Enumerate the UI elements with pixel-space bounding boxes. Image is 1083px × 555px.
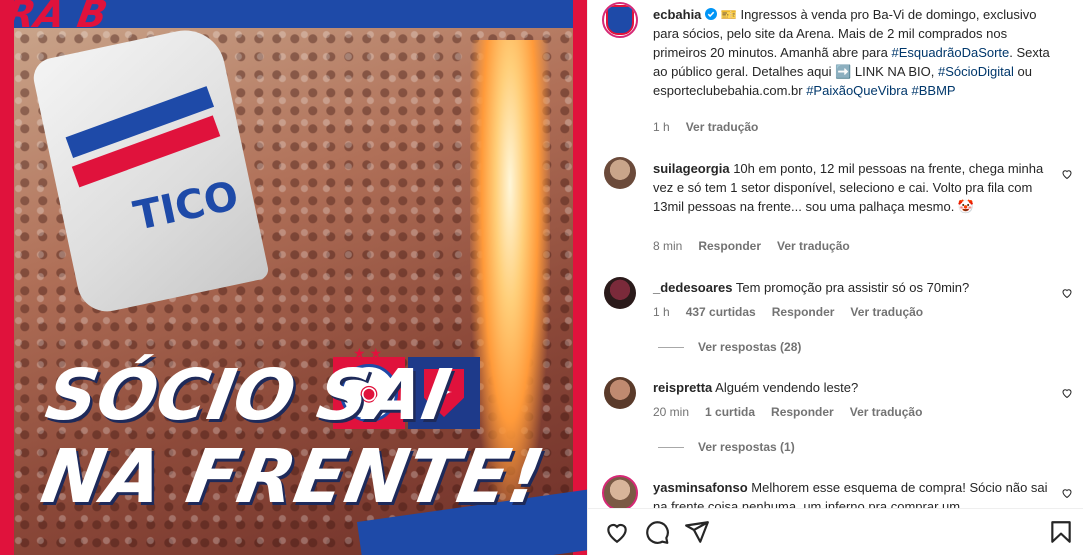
action-bar: [588, 508, 1083, 555]
share-icon[interactable]: [684, 519, 710, 545]
heart-icon[interactable]: [1061, 287, 1073, 299]
translate-button[interactable]: Ver tradução: [850, 405, 923, 419]
hashtag-link[interactable]: #PaixãoQueVibra: [806, 83, 908, 98]
reply-button[interactable]: Responder: [772, 305, 835, 319]
comment-time: 1 h: [653, 305, 670, 319]
comment: _dedesoares Tem promoção pra assistir só…: [653, 278, 1053, 297]
comment-text: Alguém vendendo leste?: [715, 380, 859, 395]
comment: suilageorgia 10h em ponto, 12 mil pessoa…: [653, 159, 1053, 216]
comment-meta: 20 min 1 curtida Responder Ver tradução: [653, 405, 1013, 419]
likes-count[interactable]: 437 curtidas: [686, 305, 756, 319]
avatar[interactable]: [604, 157, 636, 189]
comment-username[interactable]: suilageorgia: [653, 161, 730, 176]
view-replies-button[interactable]: Ver respostas (1): [658, 440, 795, 454]
heart-icon[interactable]: [1061, 168, 1073, 180]
comment-username[interactable]: yasminsafonso: [653, 480, 748, 495]
comment-meta: 1 h 437 curtidas Responder Ver tradução: [653, 305, 1013, 319]
post-image[interactable]: TICO RA B ★ ★ ◉ ✦ SÓCIO SAI NA FRENTE!: [0, 0, 587, 555]
heart-icon[interactable]: [1061, 487, 1073, 499]
reply-button[interactable]: Responder: [698, 239, 761, 253]
likes-count[interactable]: 1 curtida: [705, 405, 755, 419]
comment: reispretta Alguém vendendo leste?: [653, 378, 1053, 397]
avatar[interactable]: [602, 475, 638, 511]
avatar[interactable]: [602, 2, 638, 38]
caption-meta: 1 h Ver tradução: [653, 120, 953, 134]
comment-username[interactable]: reispretta: [653, 380, 712, 395]
comment-meta: 8 min Responder Ver tradução: [653, 239, 953, 253]
caption-time: 1 h: [653, 120, 670, 134]
view-replies-label: Ver respostas (1): [698, 440, 795, 454]
comments-panel: ecbahia 🎫 Ingressos à venda pro Ba-Vi de…: [587, 0, 1083, 555]
avatar[interactable]: [604, 277, 636, 309]
post-headline: SÓCIO SAI NA FRENTE!: [26, 354, 563, 520]
view-replies-label: Ver respostas (28): [698, 340, 802, 354]
heart-icon[interactable]: [1061, 387, 1073, 399]
comment-username[interactable]: _dedesoares: [653, 280, 733, 295]
translate-button[interactable]: Ver tradução: [850, 305, 923, 319]
view-replies-button[interactable]: Ver respostas (28): [658, 340, 801, 354]
comment-icon[interactable]: [644, 519, 670, 545]
comment-time: 20 min: [653, 405, 690, 419]
comment-time: 8 min: [653, 239, 683, 253]
caption-username[interactable]: ecbahia: [653, 7, 701, 22]
avatar[interactable]: [604, 377, 636, 409]
bookmark-icon[interactable]: [1048, 519, 1074, 545]
hashtag-link[interactable]: #SócioDigital: [938, 64, 1014, 79]
translate-button[interactable]: Ver tradução: [686, 120, 759, 134]
hashtag-link[interactable]: #EsquadrãoDaSorte: [891, 45, 1009, 60]
comment-text: Tem promoção pra assistir só os 70min?: [735, 280, 970, 295]
hashtag-link[interactable]: #BBMP: [912, 83, 956, 98]
translate-button[interactable]: Ver tradução: [777, 239, 850, 253]
headline-line1: SÓCIO SAI: [40, 354, 457, 436]
comment: yasminsafonso Melhorem esse esquema de c…: [653, 478, 1053, 508]
reply-button[interactable]: Responder: [771, 405, 834, 419]
caption: ecbahia 🎫 Ingressos à venda pro Ba-Vi de…: [653, 5, 1053, 100]
headline-line2: NA FRENTE!: [35, 434, 551, 520]
heart-icon[interactable]: [604, 519, 630, 545]
verified-badge-icon: [705, 7, 718, 22]
